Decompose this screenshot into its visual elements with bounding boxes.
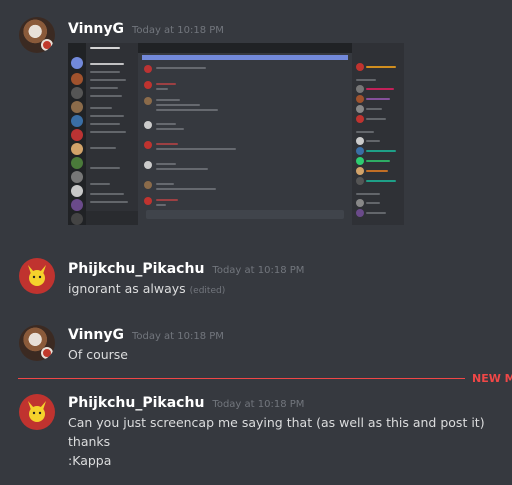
message-text: ignorant as always (edited) xyxy=(68,281,225,296)
username[interactable]: Phijkchu_Pikachu xyxy=(68,395,204,411)
message-line: thanks xyxy=(68,434,111,449)
timestamp: Today at 10:18 PM xyxy=(131,331,224,342)
user-avatar[interactable] xyxy=(19,394,55,430)
pikachu-icon xyxy=(28,265,46,286)
screenshot-chat xyxy=(138,43,352,225)
message-content: Of course xyxy=(68,347,128,362)
message-content: ignorant as always xyxy=(68,281,186,296)
timestamp: Today at 10:18 PM xyxy=(212,399,305,410)
message-line: :Kappa xyxy=(68,453,112,468)
new-messages-label: NEW M xyxy=(472,372,512,385)
screenshot-server-list xyxy=(68,43,86,225)
username[interactable]: VinnyG xyxy=(68,21,124,37)
attached-screenshot[interactable] xyxy=(68,43,404,225)
user-avatar[interactable] xyxy=(19,325,55,361)
username[interactable]: Phijkchu_Pikachu xyxy=(68,261,204,277)
avatar-badge xyxy=(41,39,53,51)
avatar-badge xyxy=(41,347,53,359)
timestamp: Today at 10:18 PM xyxy=(131,25,224,36)
message-line: Can you just screencap me saying that (a… xyxy=(68,415,485,430)
pikachu-icon xyxy=(28,401,46,422)
edited-label: (edited) xyxy=(189,286,226,296)
user-avatar[interactable] xyxy=(19,258,55,294)
screenshot-channel-list xyxy=(86,43,138,225)
screenshot-member-list xyxy=(352,43,404,225)
new-messages-divider xyxy=(18,378,465,379)
timestamp: Today at 10:18 PM xyxy=(212,265,305,276)
user-avatar[interactable] xyxy=(19,17,55,53)
username[interactable]: VinnyG xyxy=(68,327,124,343)
